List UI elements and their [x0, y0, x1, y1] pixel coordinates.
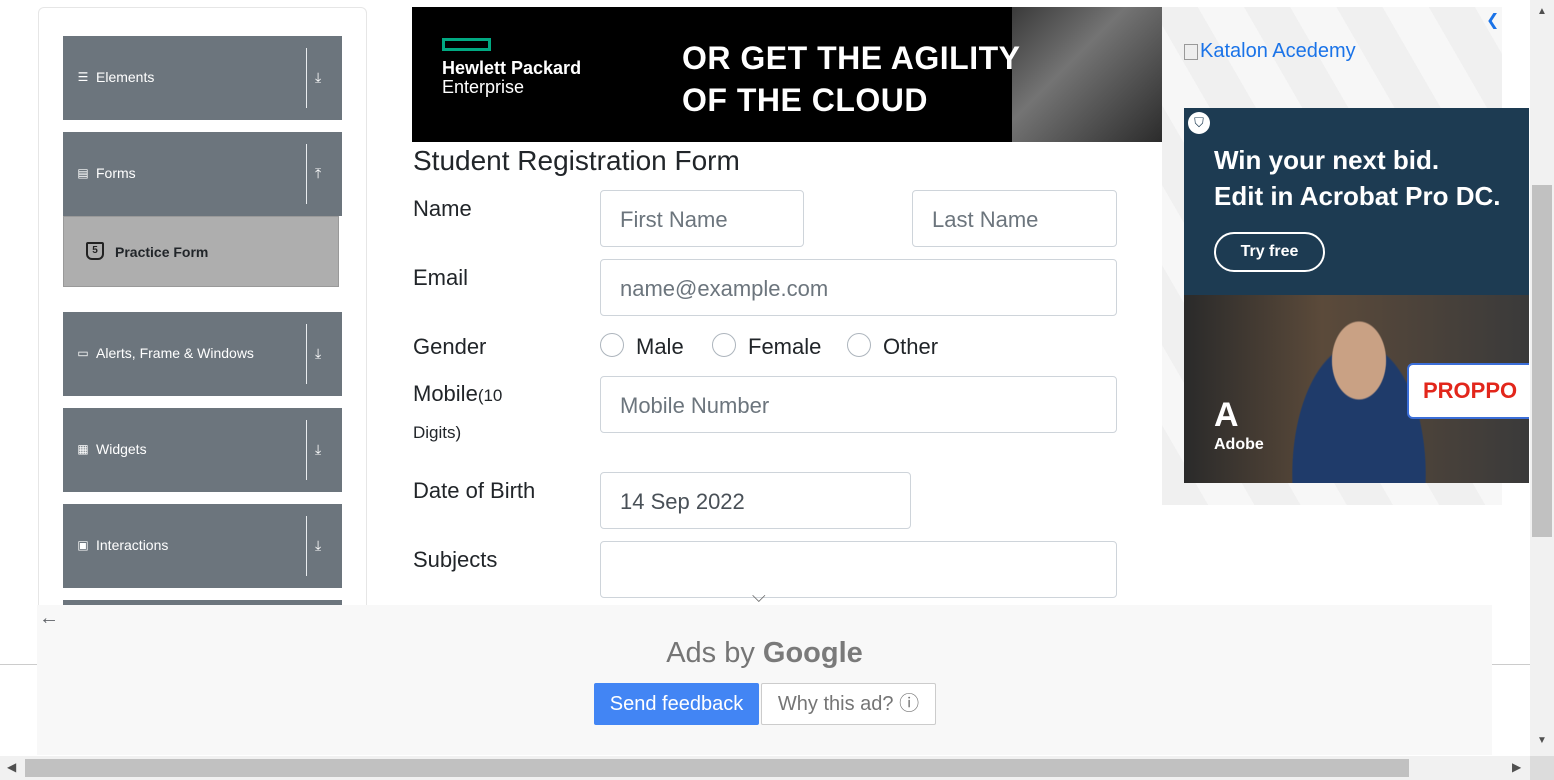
dob-input[interactable]: 14 Sep 2022 [600, 472, 911, 529]
gender-other-label[interactable]: Other [883, 334, 938, 360]
horizontal-scrollbar[interactable]: ◀ ▶ [0, 756, 1530, 780]
gender-female-radio[interactable] [712, 333, 736, 357]
chevron-down-icon[interactable]: ⌵ [752, 586, 766, 607]
form-title: Student Registration Form [413, 145, 740, 176]
download-arrow-icon: ⤓ [315, 69, 322, 85]
scroll-right-icon[interactable]: ▶ [1512, 760, 1521, 774]
interaction-icon: ▣ [77, 538, 89, 552]
sidebar-group-label: Alerts, Frame & Windows [96, 345, 254, 361]
sidebar-group-forms[interactable]: ▤ Forms ⤒ [63, 132, 342, 216]
sidebar-group-label: Interactions [96, 537, 169, 553]
google-logo-text: Google [762, 637, 863, 669]
gender-other-radio[interactable] [847, 333, 871, 357]
divider [306, 144, 307, 204]
sidebar-group-alerts[interactable]: ▭ Alerts, Frame & Windows ⤓ [63, 312, 342, 396]
divider [306, 48, 307, 108]
hpe-logo-icon [442, 38, 491, 51]
mobile-label-text: Mobile [413, 381, 478, 406]
vertical-scroll-thumb[interactable] [1532, 185, 1552, 537]
gender-label: Gender [413, 334, 487, 359]
sidebar: ☰ Elements ⤓ ▤ Forms ⤒ 5 Practice Form ▭… [38, 7, 367, 627]
gender-male-label[interactable]: Male [636, 334, 684, 360]
scroll-down-icon[interactable]: ▼ [1537, 735, 1547, 746]
scroll-up-icon[interactable]: ▲ [1537, 6, 1547, 17]
horizontal-scroll-thumb[interactable] [25, 759, 1409, 777]
gender-female-label[interactable]: Female [748, 334, 821, 360]
divider [1492, 664, 1530, 665]
banner-headline: OR GET THE AGILITY OF THE CLOUD [682, 40, 1021, 118]
divider [306, 516, 307, 576]
grid-icon: ▦ [77, 442, 89, 456]
email-input[interactable]: name@example.com [600, 259, 1117, 316]
acrobat-ad[interactable]: ⛉ Win your next bid. Edit in Acrobat Pro… [1184, 108, 1529, 483]
adobe-label: Adobe [1214, 436, 1264, 453]
katalon-alt-text: Katalon Acedemy [1200, 40, 1356, 62]
last-name-input[interactable]: Last Name [912, 190, 1117, 247]
sidebar-group-label: Widgets [96, 441, 147, 457]
acrobat-headline: Win your next bid. Edit in Acrobat Pro D… [1214, 145, 1501, 211]
form-icon: ▤ [77, 166, 89, 180]
subjects-input[interactable] [600, 541, 1117, 598]
email-label: Email [413, 265, 469, 290]
banner-ad[interactable]: Hewlett Packard Enterprise OR GET THE AG… [412, 7, 1162, 142]
vertical-scrollbar[interactable]: ▲ ▼ [1530, 0, 1554, 756]
send-feedback-button[interactable]: Send feedback [594, 683, 759, 725]
download-arrow-icon: ⤓ [315, 345, 322, 361]
back-arrow-icon[interactable]: ← [39, 607, 59, 630]
sidebar-group-label: Forms [96, 165, 136, 181]
subjects-label: Subjects [413, 547, 498, 572]
html5-icon: 5 [86, 242, 104, 260]
hamburger-icon: ☰ [77, 70, 89, 84]
google-ads-panel: ← Ads by Google Send feedback Why this a… [37, 605, 1492, 755]
mobile-hint-2: Digits) [413, 423, 462, 442]
sidebar-group-elements[interactable]: ☰ Elements ⤓ [63, 36, 342, 120]
ad-choices-icon[interactable]: ⛉ [1188, 112, 1210, 134]
ads-by-text: Ads by [666, 637, 763, 669]
mobile-hint: (10 [477, 386, 503, 405]
banner-background-art [1012, 7, 1162, 142]
broken-image-icon [1184, 43, 1198, 60]
divider [0, 664, 37, 665]
sidebar-group-interactions[interactable]: ▣ Interactions ⤓ [63, 504, 342, 588]
hpe-brand-sub: Enterprise [442, 77, 525, 97]
gender-male-radio[interactable] [600, 333, 624, 357]
ad-close-icon[interactable]: ❮ [1486, 10, 1499, 30]
scrollbar-corner [1530, 756, 1554, 780]
ads-by-google: Ads by Google [37, 637, 1492, 670]
hpe-brand-name: Hewlett Packard [442, 58, 582, 78]
window-icon: ▭ [77, 346, 89, 360]
sidebar-item-practice-form[interactable]: 5 Practice Form [63, 216, 339, 287]
mobile-label: Mobile(10 [413, 381, 502, 407]
document-preview: PROPPO [1407, 363, 1529, 419]
try-free-button[interactable]: Try free [1214, 232, 1325, 272]
sidebar-group-label: Elements [96, 69, 155, 85]
divider [306, 420, 307, 480]
sidebar-group-widgets[interactable]: ▦ Widgets ⤓ [63, 408, 342, 492]
first-name-input[interactable]: First Name [600, 190, 804, 247]
why-this-ad-button[interactable]: Why this ad? ⓘ [761, 683, 936, 725]
divider [306, 324, 307, 384]
upload-arrow-icon: ⤒ [315, 165, 322, 181]
scroll-left-icon[interactable]: ◀ [7, 760, 16, 774]
name-label: Name [413, 196, 472, 221]
sidebar-item-label: Practice Form [115, 244, 209, 260]
katalon-ad-image[interactable]: Katalon Acedemy [1184, 40, 1356, 63]
dob-label: Date of Birth [413, 478, 536, 503]
mobile-input[interactable]: Mobile Number [600, 376, 1117, 433]
page: ☰ Elements ⤓ ▤ Forms ⤒ 5 Practice Form ▭… [0, 0, 1554, 780]
adobe-logo-icon: A [1214, 396, 1239, 434]
download-arrow-icon: ⤓ [315, 441, 322, 457]
download-arrow-icon: ⤓ [315, 537, 322, 553]
